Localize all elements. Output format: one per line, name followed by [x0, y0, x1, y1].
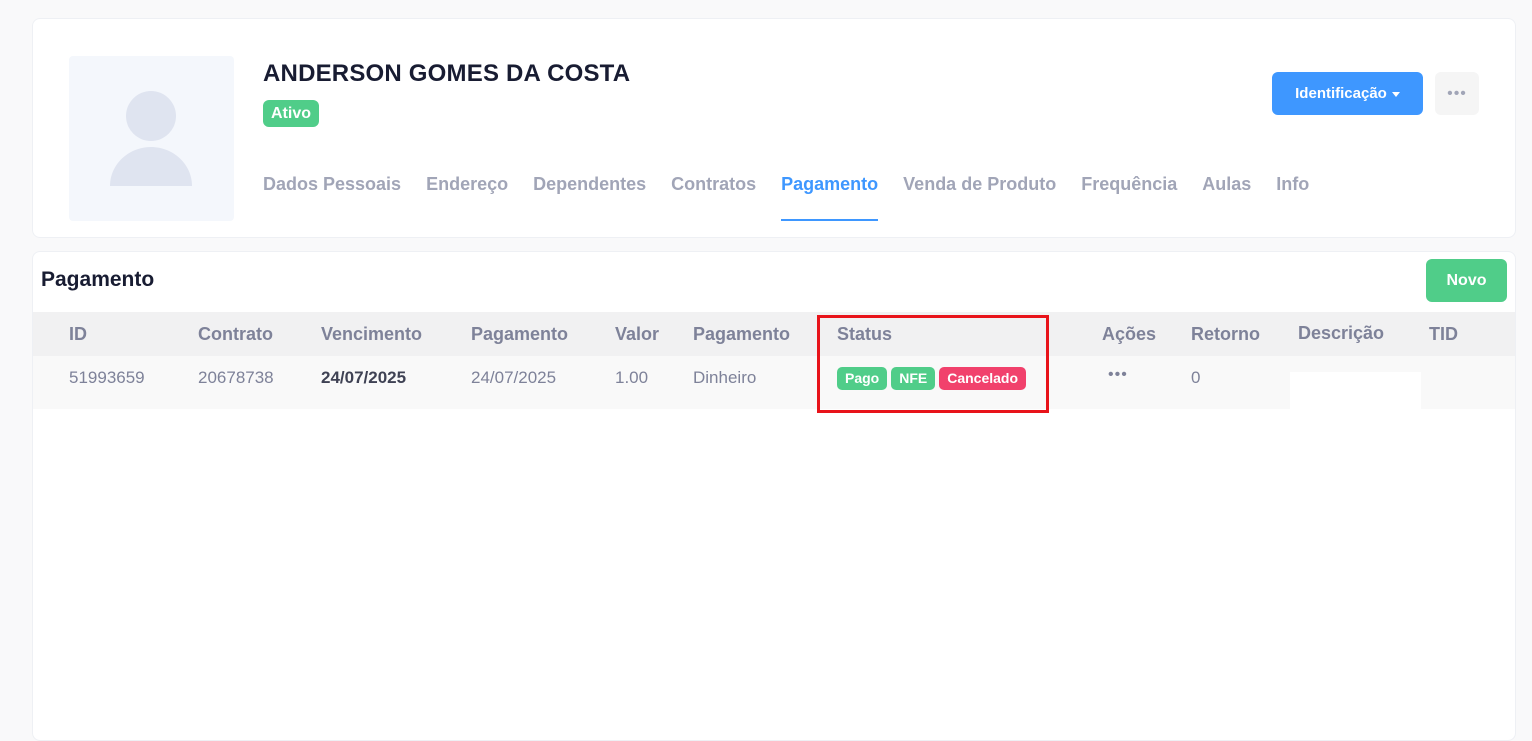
table-row[interactable]: 51993659 20678738 24/07/2025 24/07/2025 …: [33, 356, 1515, 409]
column-header-status[interactable]: Status: [837, 324, 892, 345]
section-title: Pagamento: [41, 268, 155, 291]
profile-tabs: Dados Pessoais Endereço Dependentes Cont…: [263, 174, 1334, 222]
payments-card: Pagamento Novo ID Contrato Vencimento Pa…: [32, 251, 1516, 741]
column-header-tid[interactable]: TID: [1429, 324, 1458, 345]
identification-button-label: Identificação: [1295, 85, 1387, 102]
cell-vencimento: 24/07/2025: [321, 368, 407, 387]
new-payment-button[interactable]: Novo: [1426, 259, 1507, 302]
column-header-id[interactable]: ID: [69, 324, 87, 345]
user-placeholder-icon: [110, 91, 192, 186]
avatar: [69, 56, 234, 221]
caret-down-icon: [1391, 91, 1400, 97]
column-header-acoes: Ações: [1102, 324, 1157, 344]
tab-dependentes[interactable]: Dependentes: [533, 174, 646, 222]
badge-pago: Pago: [837, 367, 888, 390]
more-horizontal-icon: •••: [1447, 84, 1467, 102]
person-name: ANDERSON GOMES DA COSTA: [263, 60, 631, 87]
cell-contrato: 20678738: [198, 368, 274, 387]
cell-pagamento-data: 24/07/2025: [471, 368, 557, 387]
profile-card: ANDERSON GOMES DA COSTA Ativo Dados Pess…: [32, 18, 1516, 238]
status-badges: Pago NFE Cancelado: [837, 367, 1027, 390]
column-header-pagamento-data[interactable]: Pagamento: [471, 324, 568, 345]
badge-nfe: NFE: [891, 367, 936, 390]
column-header-vencimento[interactable]: Vencimento: [321, 324, 422, 345]
tab-pagamento[interactable]: Pagamento: [781, 174, 879, 222]
badge-cancelado: Cancelado: [939, 367, 1027, 390]
tab-frequencia[interactable]: Frequência: [1081, 174, 1177, 222]
tab-aulas[interactable]: Aulas: [1202, 174, 1251, 222]
table-header: ID Contrato Vencimento Pagamento Valor P…: [33, 312, 1515, 356]
column-header-contrato[interactable]: Contrato: [198, 324, 273, 345]
cell-pagamento-forma: Dinheiro: [693, 368, 757, 387]
tab-venda-de-produto[interactable]: Venda de Produto: [903, 174, 1056, 222]
cell-id: 51993659: [69, 368, 145, 387]
tab-dados-pessoais[interactable]: Dados Pessoais: [263, 174, 401, 222]
cell-valor: 1.00: [615, 368, 649, 387]
tab-info[interactable]: Info: [1276, 174, 1309, 222]
column-header-descricao[interactable]: Descrição: [1298, 323, 1384, 344]
row-actions-more-icon[interactable]: •••: [1108, 366, 1128, 384]
tab-endereco[interactable]: Endereço: [426, 174, 508, 222]
column-header-valor[interactable]: Valor: [615, 324, 659, 345]
cell-descricao: [1290, 372, 1421, 409]
column-header-pagamento-forma[interactable]: Pagamento: [693, 324, 790, 345]
status-badge: Ativo: [263, 100, 319, 127]
tab-contratos[interactable]: Contratos: [671, 174, 756, 222]
column-header-retorno[interactable]: Retorno: [1191, 324, 1260, 345]
identification-dropdown-button[interactable]: Identificação: [1272, 72, 1423, 115]
cell-retorno: 0: [1191, 368, 1201, 387]
more-options-button[interactable]: •••: [1435, 72, 1479, 115]
